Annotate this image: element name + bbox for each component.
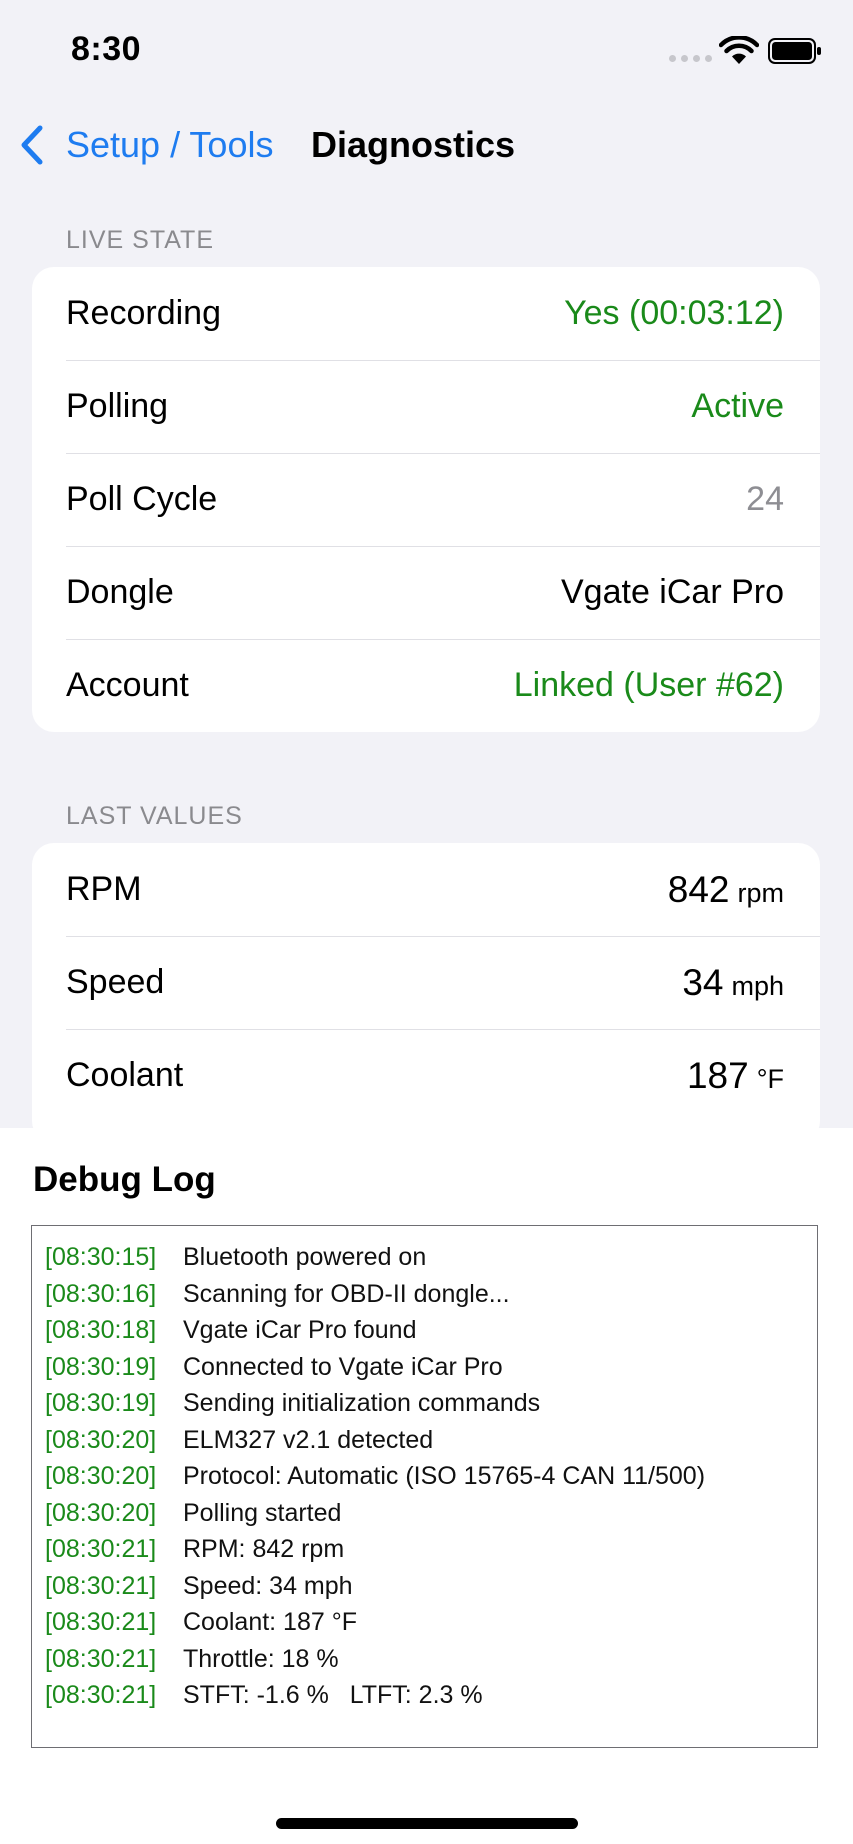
- section-header-live-state: LIVE STATE: [66, 226, 215, 254]
- row-account: Account Linked (User #62): [32, 639, 820, 732]
- polling-value: Active: [691, 387, 784, 425]
- row-label: Recording: [66, 294, 221, 332]
- back-label: Setup / Tools: [66, 124, 274, 165]
- log-line: [08:30:21] Speed: 34 mph: [32, 1568, 817, 1605]
- row-label: Account: [66, 666, 189, 704]
- row-rpm: RPM 842 rpm: [32, 843, 820, 936]
- log-line: [08:30:21] Coolant: 187 °F: [32, 1604, 817, 1641]
- log-line: [08:30:16] Scanning for OBD-II dongle...: [32, 1276, 817, 1313]
- recording-value: Yes (00:03:12): [564, 294, 784, 332]
- account-value: Linked (User #62): [513, 666, 784, 704]
- log-message: Protocol: Automatic (ISO 15765-4 CAN 11/…: [183, 1462, 706, 1490]
- navigation-bar: Setup / Tools Diagnostics: [0, 110, 853, 180]
- row-dongle: Dongle Vgate iCar Pro: [32, 546, 820, 639]
- log-timestamp: [08:30:18]: [45, 1316, 157, 1344]
- log-message: RPM: 842 rpm: [183, 1535, 345, 1563]
- log-timestamp: [08:30:20]: [45, 1498, 157, 1527]
- debug-log-title: Debug Log: [33, 1160, 216, 1199]
- log-timestamp: [08:30:19]: [45, 1389, 157, 1417]
- log-line: [08:30:21] STFT: -1.6 % LTFT: 2.3 %: [32, 1677, 817, 1714]
- log-line: [08:30:19] Connected to Vgate iCar Pro: [32, 1349, 817, 1386]
- log-message: Bluetooth powered on: [183, 1243, 427, 1271]
- value-unit: mph: [731, 971, 784, 1001]
- row-polling: Polling Active: [32, 360, 820, 453]
- value-number: 842: [667, 869, 730, 910]
- row-label: Coolant: [66, 1056, 184, 1094]
- log-message: Connected to Vgate iCar Pro: [183, 1352, 503, 1381]
- log-timestamp: [08:30:16]: [45, 1279, 157, 1308]
- row-coolant: Coolant 187 °F: [32, 1029, 820, 1122]
- log-message: Coolant: 187 °F: [183, 1608, 357, 1636]
- row-label: Poll Cycle: [66, 480, 218, 518]
- log-message: STFT: -1.6 % LTFT: 2.3 %: [183, 1681, 483, 1709]
- status-bar: 8:30: [0, 0, 853, 100]
- last-values-card: RPM 842 rpm Speed 34 mph Coolant 187 °F: [32, 843, 820, 1143]
- log-message: Scanning for OBD-II dongle...: [183, 1279, 510, 1308]
- log-line: [08:30:20] ELM327 v2.1 detected: [32, 1422, 817, 1459]
- log-timestamp: [08:30:15]: [45, 1243, 157, 1271]
- page-title: Diagnostics: [311, 124, 516, 165]
- log-message: Vgate iCar Pro found: [183, 1316, 417, 1344]
- chevron-left-icon: [21, 125, 43, 165]
- log-message: Sending initialization commands: [183, 1389, 541, 1417]
- log-timestamp: [08:30:21]: [45, 1571, 157, 1600]
- log-line: [08:30:21] RPM: 842 rpm: [32, 1531, 817, 1568]
- log-message: Throttle: 18 %: [183, 1644, 339, 1673]
- debug-log-box[interactable]: [08:30:15] Bluetooth powered on [08:30:16…: [31, 1225, 818, 1748]
- log-message: Speed: 34 mph: [183, 1571, 353, 1600]
- log-timestamp: [08:30:21]: [45, 1535, 157, 1563]
- live-state-card: Recording Yes (00:03:12) Polling Active …: [32, 267, 820, 732]
- battery-icon: [768, 38, 821, 64]
- log-line: [08:30:20] Polling started: [32, 1495, 817, 1532]
- row-label: Polling: [66, 387, 169, 425]
- row-speed: Speed 34 mph: [32, 936, 820, 1029]
- dongle-value: Vgate iCar Pro: [561, 573, 784, 611]
- log-timestamp: [08:30:21]: [45, 1681, 157, 1709]
- value-number: 34: [682, 962, 724, 1003]
- wifi-icon: [719, 36, 759, 64]
- log-timestamp: [08:30:20]: [45, 1425, 157, 1454]
- log-line: [08:30:21] Throttle: 18 %: [32, 1641, 817, 1678]
- log-timestamp: [08:30:20]: [45, 1462, 157, 1490]
- section-header-last-values: LAST VALUES: [66, 802, 243, 830]
- row-recording: Recording Yes (00:03:12): [32, 267, 820, 360]
- value-unit: °F: [756, 1064, 784, 1094]
- signal-dots-icon: [669, 55, 712, 62]
- value-unit: rpm: [737, 878, 785, 908]
- log-message: Polling started: [183, 1498, 342, 1527]
- row-label: RPM: [66, 870, 142, 908]
- home-indicator: [276, 1818, 578, 1829]
- log-line: [08:30:18] Vgate iCar Pro found: [32, 1312, 817, 1349]
- log-timestamp: [08:30:21]: [45, 1608, 157, 1636]
- debug-panel: Debug Log [08:30:15] Bluetooth powered on…: [0, 1128, 853, 1844]
- poll-cycle-value: 24: [746, 480, 784, 518]
- log-line: [08:30:20] Protocol: Automatic (ISO 15765…: [32, 1458, 817, 1495]
- log-message: ELM327 v2.1 detected: [183, 1425, 434, 1454]
- log-line: [08:30:19] Sending initialization command…: [32, 1385, 817, 1422]
- row-label: Speed: [66, 963, 165, 1001]
- row-label: Dongle: [66, 573, 174, 611]
- status-time: 8:30: [71, 30, 142, 68]
- log-line: [08:30:15] Bluetooth powered on: [32, 1239, 817, 1276]
- back-button[interactable]: Setup / Tools: [18, 122, 273, 168]
- log-timestamp: [08:30:21]: [45, 1644, 157, 1673]
- coolant-value: 187 °F: [687, 1029, 784, 1126]
- speed-value: 34 mph: [682, 936, 784, 1033]
- value-number: 187: [686, 1055, 749, 1096]
- log-timestamp: [08:30:19]: [45, 1352, 157, 1381]
- row-poll-cycle: Poll Cycle 24: [32, 453, 820, 546]
- rpm-value: 842 rpm: [668, 843, 784, 940]
